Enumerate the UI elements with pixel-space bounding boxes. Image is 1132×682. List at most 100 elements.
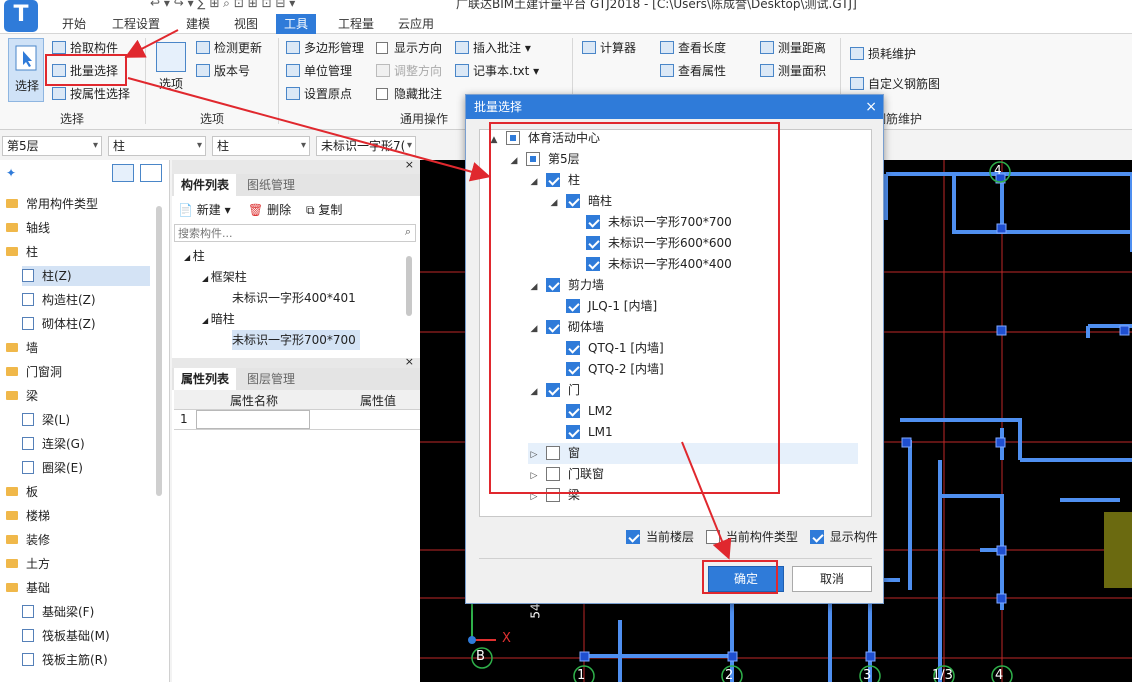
floor-dropdown[interactable]: 第5层 (2, 136, 102, 156)
table-row[interactable]: 1 (174, 410, 420, 430)
calculator-button[interactable]: 计算器 (582, 38, 636, 58)
tree-subitem[interactable]: 构造柱(Z) (22, 290, 96, 310)
close-icon[interactable]: × (405, 355, 414, 368)
tab-drawing-management[interactable]: 图纸管理 (240, 174, 303, 196)
search-icon[interactable]: ⌕ (405, 225, 411, 239)
scrollbar[interactable] (156, 206, 162, 496)
type-dropdown[interactable]: 柱 (212, 136, 310, 156)
tree-folder[interactable]: 梁 (6, 386, 38, 406)
view-attribute-button[interactable]: 查看属性 (660, 61, 726, 81)
tab-modeling[interactable]: 建模 (178, 14, 218, 34)
length-icon (660, 41, 674, 54)
version-button[interactable]: 版本号 (196, 61, 250, 81)
insert-annotation-button[interactable]: 插入批注 ▾ (455, 38, 531, 58)
group-label-common: 通用操作 (400, 112, 449, 126)
set-origin-button[interactable]: 设置原点 (286, 84, 352, 104)
axis-label: 1/3 (932, 668, 953, 682)
search-input[interactable] (175, 225, 375, 241)
tab-quantity[interactable]: 工程量 (330, 14, 382, 34)
close-icon[interactable]: × (405, 158, 414, 171)
app-logo-icon[interactable]: T (4, 0, 38, 32)
tree-subitem[interactable]: 砌体柱(Z) (22, 314, 96, 334)
tab-property-list[interactable]: 属性列表 (174, 368, 237, 390)
tree-item-label: 砌体柱(Z) (42, 317, 96, 331)
grid-view-icon[interactable] (140, 164, 162, 182)
component-dropdown[interactable]: 未标识一字形7( (316, 136, 416, 156)
check-update-button[interactable]: 检测更新 (196, 38, 262, 58)
tree-subitem[interactable]: 连梁(G) (22, 434, 85, 454)
tree-subitem[interactable]: 圈梁(E) (22, 458, 83, 478)
unit-management-button[interactable]: 单位管理 (286, 61, 352, 81)
tree-folder[interactable]: 土方 (6, 554, 50, 574)
tab-component-list[interactable]: 构件列表 (174, 174, 237, 196)
annotation-box-ok (702, 560, 778, 594)
tab-layer-management[interactable]: 图层管理 (240, 368, 303, 390)
tab-project-settings[interactable]: 工程设置 (104, 14, 168, 34)
folder-icon (6, 199, 18, 208)
tree-folder[interactable]: 楼梯 (6, 506, 50, 526)
property-name-cell[interactable] (196, 410, 310, 429)
component-tree-node[interactable]: ◢ 框架柱 (202, 267, 251, 287)
component-icon (22, 269, 34, 282)
checkbox-icon (376, 42, 388, 54)
current-type-checkbox[interactable]: 当前构件类型 (705, 528, 798, 545)
attribute-icon (660, 64, 674, 77)
component-tree-node[interactable]: 未标识一字形400*401 (232, 288, 360, 308)
cursor-icon (15, 45, 37, 71)
category-dropdown[interactable]: 柱 (108, 136, 206, 156)
tab-tools[interactable]: 工具 (276, 14, 317, 34)
component-tree-node[interactable]: ◢ 暗柱 (202, 309, 239, 329)
component-tree-node[interactable]: ◢ 柱 (184, 246, 209, 266)
property-header: 属性名称 属性值 (174, 390, 420, 410)
measure-distance-button[interactable]: 测量距离 (760, 38, 826, 58)
close-icon[interactable]: × (865, 95, 877, 119)
tab-cloud[interactable]: 云应用 (390, 14, 442, 34)
scrollbar[interactable] (406, 256, 412, 316)
tree-folder[interactable]: 轴线 (6, 218, 50, 238)
tab-view[interactable]: 视图 (226, 14, 266, 34)
loss-maintenance-button[interactable]: 损耗维护 (850, 44, 916, 64)
select-by-attribute-button[interactable]: 按属性选择 (52, 84, 130, 104)
tree-folder[interactable]: 门窗洞 (6, 362, 62, 382)
tree-item-label: 柱(Z) (42, 269, 72, 283)
view-length-button[interactable]: 查看长度 (660, 38, 726, 58)
tree-item-label: 梁(L) (42, 413, 71, 427)
tab-start[interactable]: 开始 (54, 14, 94, 34)
component-tree-node[interactable]: 未标识一字形700*700 (232, 330, 360, 350)
adjust-direction-button[interactable]: 调整方向 (376, 61, 442, 81)
options-button[interactable]: 选项 (159, 74, 183, 94)
quick-access-toolbar[interactable]: ↩ ▾ ↪ ▾ ∑ ⊞ ⌕ ⊡ ⊞ ⊡ ⊟ ▾ (150, 0, 295, 11)
custom-rebar-button[interactable]: 自定义钢筋图 (850, 74, 940, 94)
tree-subitem[interactable]: 基础梁(F) (22, 602, 94, 622)
tree-folder[interactable]: 基础 (6, 578, 50, 598)
tree-subitem[interactable]: 筏板基础(M) (22, 626, 110, 646)
origin-icon (286, 87, 300, 100)
delete-button[interactable]: 🗑 删除 (248, 200, 291, 220)
expand-icon[interactable]: ◢ (202, 316, 211, 325)
tree-subitem[interactable]: 柱(Z) (22, 266, 150, 286)
tree-folder[interactable]: 装修 (6, 530, 50, 550)
tree-folder[interactable]: 常用构件类型 (6, 194, 98, 214)
notepad-button[interactable]: 记事本.txt ▾ (455, 61, 539, 81)
expand-icon[interactable]: ◢ (184, 253, 193, 262)
cancel-button[interactable]: 取消 (792, 566, 872, 592)
pin-icon[interactable]: ✦ (6, 166, 16, 180)
copy-button[interactable]: ⧉ 复制 (306, 200, 342, 220)
adjust-icon (376, 64, 390, 77)
measure-area-button[interactable]: 测量面积 (760, 61, 826, 81)
checkbox-icon (376, 88, 388, 100)
show-components-checkbox[interactable]: 显示构件 (809, 528, 878, 545)
polygon-management-button[interactable]: 多边形管理 (286, 38, 364, 58)
expand-icon[interactable]: ◢ (202, 274, 211, 283)
select-button[interactable]: 选择 (8, 38, 44, 102)
hide-annotation-checkbox[interactable]: 隐藏批注 (376, 84, 442, 104)
tree-subitem[interactable]: 梁(L) (22, 410, 70, 430)
tree-subitem[interactable]: 筏板主筋(R) (22, 650, 108, 670)
show-direction-checkbox[interactable]: 显示方向 (376, 38, 442, 58)
new-button[interactable]: 📄 新建 ▾ (178, 200, 231, 220)
tree-folder[interactable]: 墙 (6, 338, 38, 358)
tree-folder[interactable]: 板 (6, 482, 38, 502)
current-floor-checkbox[interactable]: 当前楼层 (626, 528, 694, 545)
list-view-icon[interactable] (112, 164, 134, 182)
tree-folder[interactable]: 柱 (6, 242, 38, 262)
